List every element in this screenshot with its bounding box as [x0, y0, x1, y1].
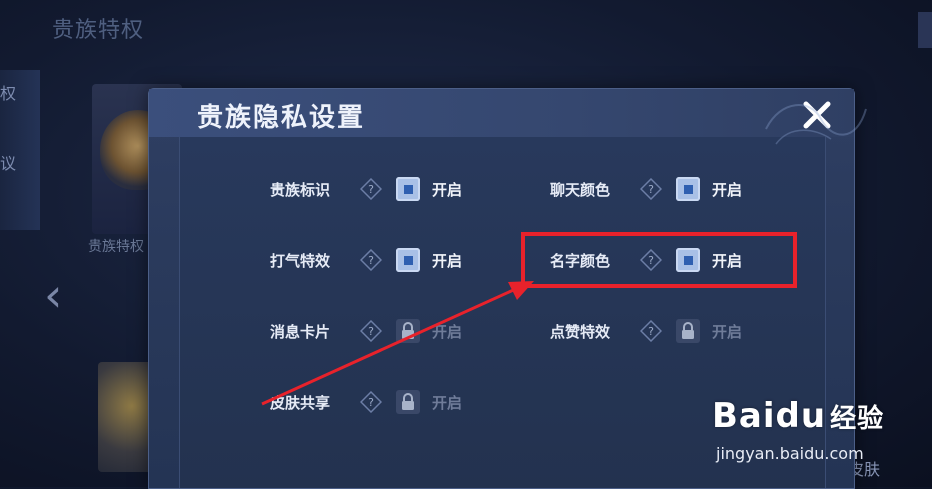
svg-text:?: ?: [368, 254, 374, 267]
help-icon[interactable]: ?: [360, 320, 382, 342]
help-icon[interactable]: ?: [360, 178, 382, 200]
svg-text:?: ?: [368, 396, 374, 409]
setting-label: 点赞特效: [550, 322, 611, 341]
svg-text:?: ?: [648, 325, 654, 338]
page-title: 贵族特权: [52, 18, 145, 43]
lock-icon: [396, 319, 420, 343]
dialog-header: 贵族隐私设置: [149, 89, 854, 137]
setting-label: 消息卡片: [270, 322, 331, 341]
baidu-watermark: Baidu 经验 jingyan.baidu.com: [712, 396, 912, 476]
setting-status: 开启: [712, 180, 743, 199]
setting-status: 开启: [432, 322, 463, 341]
setting-like-effect: 点赞特效 ? 开启: [550, 315, 742, 347]
setting-label: 贵族标识: [270, 180, 331, 199]
lock-icon: [396, 390, 420, 414]
setting-chat-color: 聊天颜色 ? 开启: [550, 173, 742, 205]
corner-decoration: [918, 12, 932, 48]
setting-status: 开启: [432, 251, 463, 270]
lock-icon: [676, 319, 700, 343]
setting-label: 打气特效: [270, 251, 331, 270]
setting-skin-share: 皮肤共享 ? 开启: [270, 386, 462, 418]
setting-label: 皮肤共享: [270, 393, 331, 412]
help-icon[interactable]: ?: [640, 320, 662, 342]
setting-cheer-effect: 打气特效 ? 开启: [270, 244, 462, 276]
toggle-checkbox[interactable]: [676, 177, 700, 201]
toggle-checkbox[interactable]: [396, 248, 420, 272]
svg-text:?: ?: [648, 183, 654, 196]
noble-card-label: 贵族特权: [88, 239, 144, 255]
left-tab-label-1: 权: [0, 84, 17, 103]
chevron-left-icon[interactable]: ‹: [44, 268, 62, 322]
help-icon[interactable]: ?: [360, 391, 382, 413]
help-icon[interactable]: ?: [640, 178, 662, 200]
cloud-decoration-icon: [765, 104, 867, 145]
baidu-url: jingyan.baidu.com: [716, 444, 864, 463]
setting-noble-mark: 贵族标识 ? 开启: [270, 173, 462, 205]
svg-text:?: ?: [368, 325, 374, 338]
left-tab-label-2: 议: [0, 154, 17, 173]
baidu-logo: Baidu 经验: [712, 396, 885, 436]
dialog-title: 贵族隐私设置: [197, 103, 366, 133]
setting-status: 开启: [432, 180, 463, 199]
help-icon[interactable]: ?: [360, 249, 382, 271]
setting-status: 开启: [712, 322, 743, 341]
setting-label: 聊天颜色: [550, 180, 611, 199]
highlight-rectangle: [521, 232, 797, 288]
setting-message-card: 消息卡片 ? 开启: [270, 315, 462, 347]
toggle-checkbox[interactable]: [396, 177, 420, 201]
svg-text:?: ?: [368, 183, 374, 196]
setting-status: 开启: [432, 393, 463, 412]
